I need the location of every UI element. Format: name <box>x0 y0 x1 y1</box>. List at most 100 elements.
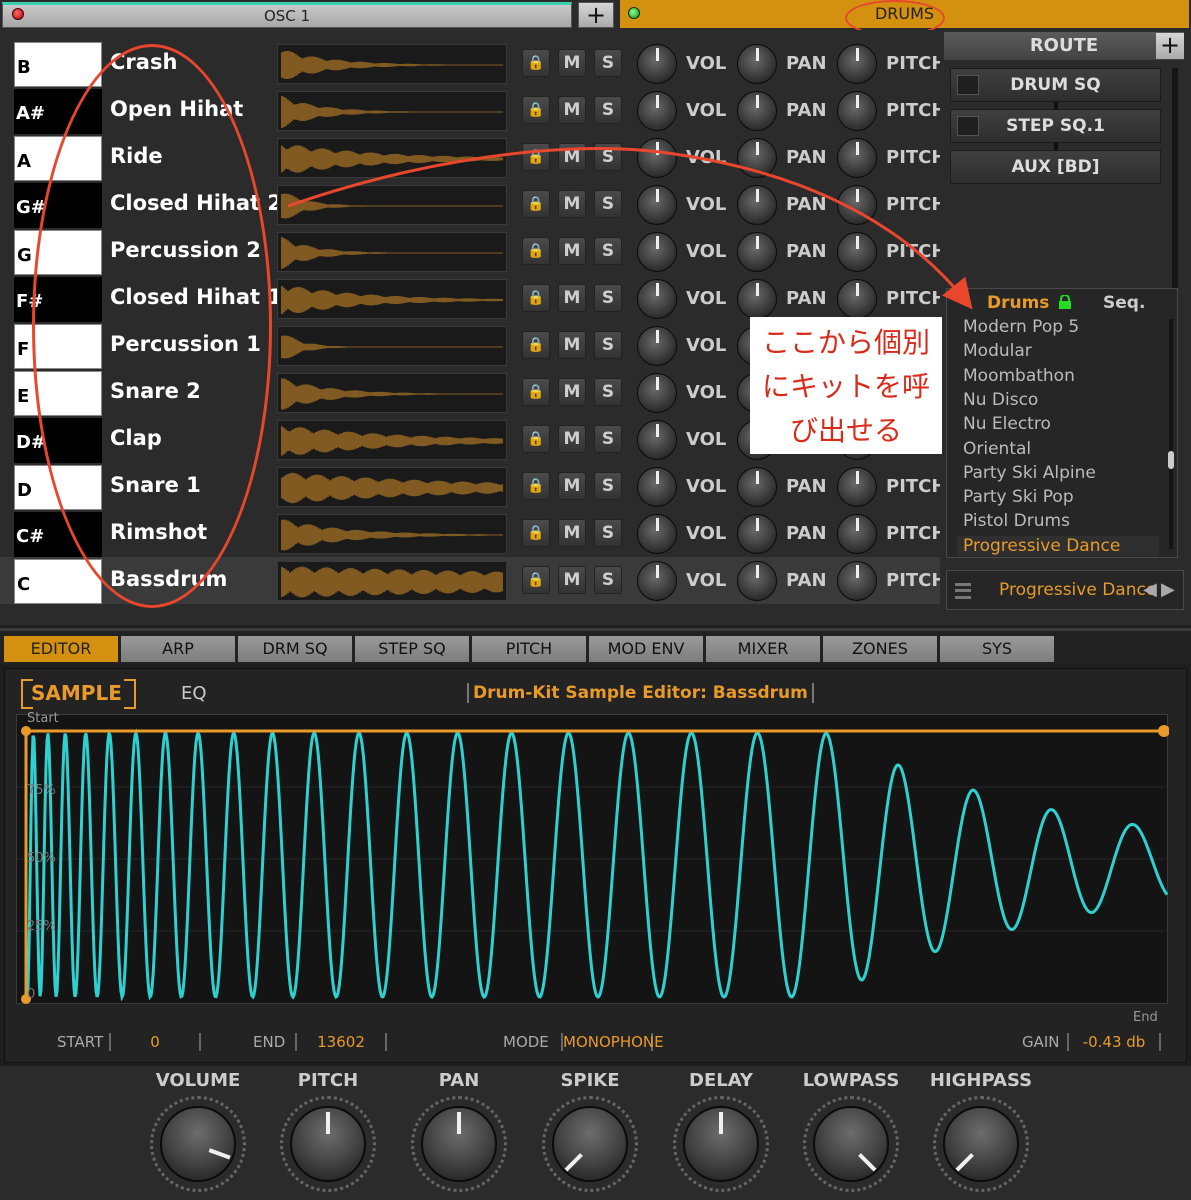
solo-button[interactable]: S <box>594 425 622 453</box>
piano-key[interactable]: A# <box>14 89 102 134</box>
pan-knob[interactable] <box>737 44 777 84</box>
tab-arp[interactable]: ARP <box>121 636 235 662</box>
drum-row[interactable]: A Ride 🔒 M S VOL PAN PITCH <box>0 134 946 181</box>
vol-knob[interactable] <box>637 185 677 225</box>
preset-item[interactable]: Pistol Drums <box>963 511 1070 531</box>
drum-row[interactable]: C Bassdrum 🔒 M S VOL PAN PITCH <box>0 557 946 604</box>
start-param-value[interactable]: 0 <box>109 1033 201 1051</box>
preset-item[interactable]: Oriental <box>963 439 1031 459</box>
pitch-knob[interactable] <box>837 185 877 225</box>
pitch-knob[interactable] <box>837 561 877 601</box>
delay-knob[interactable] <box>683 1106 759 1182</box>
pitch-knob[interactable] <box>837 514 877 554</box>
preset-scrollbar[interactable] <box>1169 319 1173 549</box>
drum-waveform-thumb[interactable] <box>277 185 507 225</box>
vol-knob[interactable] <box>637 91 677 131</box>
solo-button[interactable]: S <box>594 190 622 218</box>
drum-waveform-thumb[interactable] <box>277 467 507 507</box>
tab-osc-1[interactable]: OSC 1 <box>2 2 572 28</box>
pitch-knob[interactable] <box>837 279 877 319</box>
piano-key[interactable]: D# <box>14 418 102 463</box>
pan-knob[interactable] <box>737 561 777 601</box>
piano-key[interactable]: G <box>14 230 102 275</box>
lock-icon[interactable]: 🔒 <box>522 49 550 77</box>
tab-step-sq[interactable]: STEP SQ <box>355 636 469 662</box>
mute-button[interactable]: M <box>558 519 586 547</box>
vol-knob[interactable] <box>637 514 677 554</box>
drum-waveform-thumb[interactable] <box>277 91 507 131</box>
lowpass-knob[interactable] <box>813 1106 889 1182</box>
piano-key[interactable]: G# <box>14 183 102 228</box>
lock-icon[interactable]: 🔒 <box>522 143 550 171</box>
drum-row[interactable]: F# Closed Hihat 1 🔒 M S VOL PAN PITCH <box>0 275 946 322</box>
solo-button[interactable]: S <box>594 96 622 124</box>
route-drum-sq-button[interactable]: DRUM SQ <box>950 68 1161 102</box>
tab-seq-presets[interactable]: Seq. <box>1103 293 1145 313</box>
vol-knob[interactable] <box>637 561 677 601</box>
piano-key[interactable]: A <box>14 136 102 181</box>
preset-item[interactable]: Modular <box>963 341 1032 361</box>
pan-knob[interactable] <box>737 185 777 225</box>
piano-key[interactable]: B <box>14 42 102 87</box>
drum-waveform-thumb[interactable] <box>277 279 507 319</box>
drum-waveform-thumb[interactable] <box>277 373 507 413</box>
preset-item[interactable]: Nu Electro <box>963 414 1051 434</box>
vol-knob[interactable] <box>637 138 677 178</box>
osc-power-led-icon[interactable] <box>12 8 24 20</box>
pan-knob[interactable] <box>737 279 777 319</box>
pan-knob[interactable] <box>421 1106 497 1182</box>
lock-icon[interactable]: 🔒 <box>522 472 550 500</box>
mute-button[interactable]: M <box>558 425 586 453</box>
pan-knob[interactable] <box>737 232 777 272</box>
next-preset-icon[interactable]: ▶ <box>1161 579 1175 600</box>
piano-key[interactable]: C <box>14 559 102 604</box>
end-handle[interactable] <box>1158 725 1170 737</box>
lock-icon[interactable]: 🔒 <box>522 519 550 547</box>
tab-mixer[interactable]: MIXER <box>706 636 820 662</box>
tab-sys[interactable]: SYS <box>940 636 1054 662</box>
pitch-knob[interactable] <box>837 232 877 272</box>
vol-knob[interactable] <box>637 420 677 460</box>
lock-icon[interactable]: 🔒 <box>522 378 550 406</box>
piano-key[interactable]: F# <box>14 277 102 322</box>
route-step-sq-button[interactable]: STEP SQ.1 <box>950 109 1161 143</box>
solo-button[interactable]: S <box>594 378 622 406</box>
piano-key[interactable]: F <box>14 324 102 369</box>
preset-item[interactable]: Party Ski Alpine <box>963 463 1096 483</box>
tab-mod-env[interactable]: MOD ENV <box>589 636 703 662</box>
lock-icon[interactable]: 🔒 <box>522 331 550 359</box>
drum-row[interactable]: D Snare 1 🔒 M S VOL PAN PITCH <box>0 463 946 510</box>
pitch-knob[interactable] <box>837 44 877 84</box>
route-aux-button[interactable]: AUX [BD] <box>950 150 1161 184</box>
prev-preset-icon[interactable]: ◀ <box>1143 579 1157 600</box>
pan-knob[interactable] <box>737 91 777 131</box>
drum-row[interactable]: C# Rimshot 🔒 M S VOL PAN PITCH <box>0 510 946 557</box>
lock-icon[interactable]: 🔒 <box>522 566 550 594</box>
drum-waveform-thumb[interactable] <box>277 561 507 601</box>
vol-knob[interactable] <box>637 467 677 507</box>
drum-waveform-thumb[interactable] <box>277 514 507 554</box>
vol-knob[interactable] <box>637 373 677 413</box>
add-layer-button[interactable]: + <box>578 2 614 28</box>
mute-button[interactable]: M <box>558 143 586 171</box>
piano-key[interactable]: D <box>14 465 102 510</box>
solo-button[interactable]: S <box>594 472 622 500</box>
pitch-knob[interactable] <box>290 1106 366 1182</box>
solo-button[interactable]: S <box>594 519 622 547</box>
tab-drums-presets[interactable]: Drums <box>987 293 1049 313</box>
tab-drm-sq[interactable]: DRM SQ <box>238 636 352 662</box>
highpass-knob[interactable] <box>943 1106 1019 1182</box>
mute-button[interactable]: M <box>558 378 586 406</box>
piano-key[interactable]: E <box>14 371 102 416</box>
menu-icon[interactable] <box>955 583 971 599</box>
tab-eq[interactable]: EQ <box>181 683 207 704</box>
start-handle[interactable] <box>21 726 31 736</box>
route-checkbox[interactable] <box>957 75 979 95</box>
drum-row[interactable]: G# Closed Hihat 2 🔒 M S VOL PAN PITCH <box>0 181 946 228</box>
route-scrollbar[interactable] <box>1172 68 1178 310</box>
lock-icon[interactable]: 🔒 <box>522 237 550 265</box>
vol-knob[interactable] <box>637 326 677 366</box>
tab-sample[interactable]: SAMPLE <box>21 679 136 709</box>
mute-button[interactable]: M <box>558 284 586 312</box>
pitch-knob[interactable] <box>837 138 877 178</box>
